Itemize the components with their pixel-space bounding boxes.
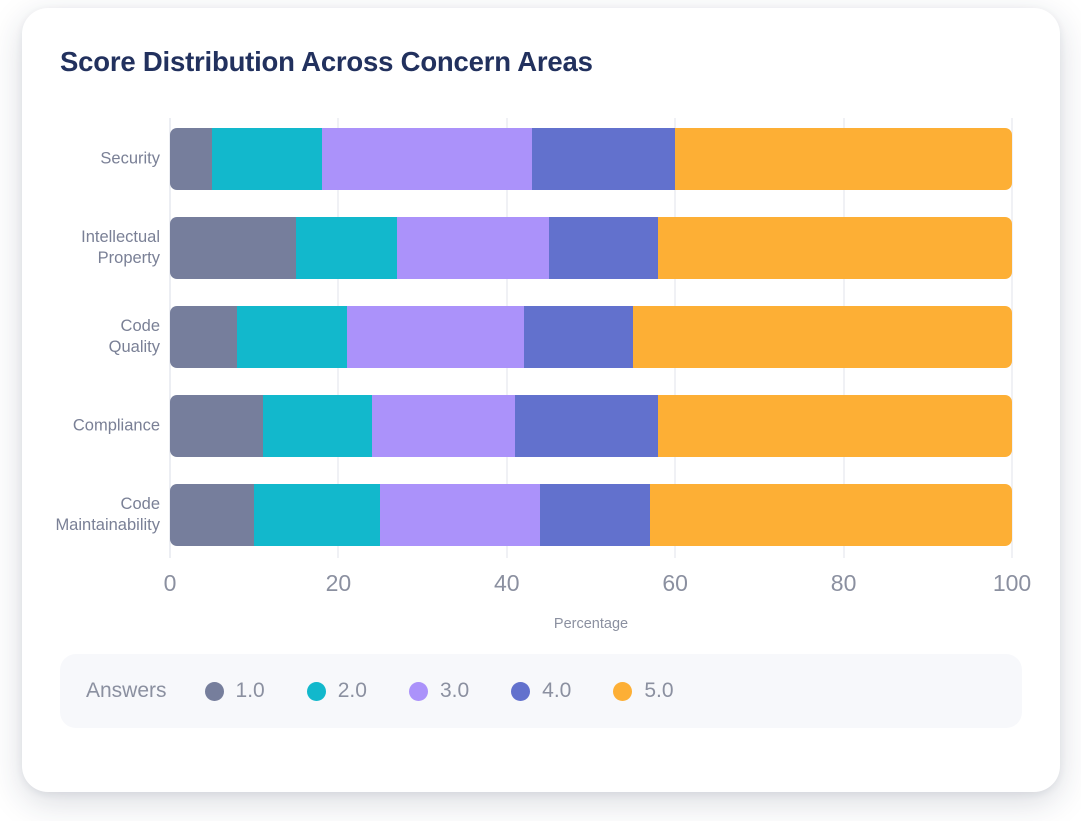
x-tick-label: 80	[830, 570, 857, 596]
bar-segment[interactable]	[170, 395, 263, 457]
bar-segment[interactable]	[649, 484, 1012, 546]
bar-segment[interactable]	[397, 217, 549, 279]
stacked-bar[interactable]	[170, 395, 1012, 457]
legend-item-5.0[interactable]: 5.0	[613, 679, 674, 703]
bar-segment[interactable]	[170, 128, 213, 190]
bar-segment[interactable]	[548, 217, 659, 279]
bar-segment[interactable]	[170, 217, 297, 279]
stacked-bar[interactable]	[170, 217, 1012, 279]
bar-segment[interactable]	[262, 395, 373, 457]
bar-segment[interactable]	[237, 306, 347, 368]
x-tick-label: 60	[662, 570, 688, 596]
y-axis-category-label: Code Maintainability	[55, 495, 160, 534]
legend-item-label: 3.0	[439, 679, 470, 702]
x-axis-title: Percentage	[553, 616, 629, 632]
bar-segment[interactable]	[675, 128, 1012, 190]
bar-segment[interactable]	[540, 484, 650, 546]
bar-segment[interactable]	[523, 306, 634, 368]
y-axis-category-label: Intellectual Property	[81, 228, 160, 267]
bar-segment[interactable]	[633, 306, 1012, 368]
chart-region: 0 20 40 60 80 100 Security Intellectual Propert…	[22, 104, 1060, 664]
y-axis-category-label: Code Quality	[108, 317, 160, 356]
x-tick-label: 0	[163, 570, 177, 596]
stacked-bar[interactable]	[170, 128, 1012, 190]
plot-area: 0 20 40 60 80 100 Security Intellectual Propert…	[55, 118, 1031, 596]
bar-segment[interactable]	[170, 306, 238, 368]
legend-item-3.0[interactable]: 3.0	[408, 679, 470, 703]
bar-segment[interactable]	[346, 306, 524, 368]
legend-swatch-icon	[408, 681, 428, 701]
legend-swatch-icon	[306, 681, 326, 701]
bar-segment[interactable]	[380, 484, 541, 546]
screenshot-root: Score Distribution Across Concern Areas …	[0, 0, 1081, 821]
x-tick-label: 40	[494, 570, 520, 596]
x-tick-label: 20	[325, 570, 352, 596]
legend-swatch-icon	[613, 681, 633, 701]
legend-swatch-icon	[204, 681, 224, 701]
bar-segment[interactable]	[296, 217, 398, 279]
bar-segment[interactable]	[658, 395, 1012, 457]
bar-segment[interactable]	[212, 128, 322, 190]
legend-item-label: 5.0	[644, 679, 674, 702]
stacked-bar[interactable]	[170, 484, 1012, 546]
chart-legend: Answers 1.0 2.0 3.0 4.0 5.0	[60, 654, 1022, 728]
legend-item-label: 4.0	[542, 679, 572, 702]
legend-title: Answers	[86, 679, 167, 702]
legend-swatch-icon	[511, 681, 531, 701]
bar-segment[interactable]	[321, 128, 533, 190]
bar-row: Code Quality	[109, 306, 1012, 368]
bar-segment[interactable]	[372, 395, 516, 457]
y-axis-category-label: Compliance	[72, 416, 160, 435]
legend-item-1.0[interactable]: 1.0	[204, 679, 265, 703]
bar-row: Security	[100, 128, 1012, 190]
bar-segment[interactable]	[515, 395, 659, 457]
bar-segment[interactable]	[532, 128, 676, 190]
stacked-bar[interactable]	[170, 306, 1012, 368]
bar-segment[interactable]	[658, 217, 1012, 279]
legend-item-4.0[interactable]: 4.0	[511, 679, 571, 703]
bar-row: Intellectual Property	[81, 217, 1012, 279]
legend-item-2.0[interactable]: 2.0	[306, 679, 367, 703]
bar-segment[interactable]	[170, 484, 255, 546]
y-axis-category-label: Security	[100, 149, 160, 168]
bar-segment[interactable]	[254, 484, 381, 546]
bar-row: Compliance	[73, 395, 1012, 457]
legend-item-label: 1.0	[235, 679, 265, 702]
legend-item-label: 2.0	[337, 679, 367, 702]
bar-row: Code Maintainability	[55, 484, 1012, 546]
x-tick-label: 100	[992, 570, 1032, 596]
page-title: Score Distribution Across Concern Areas	[60, 46, 593, 77]
chart-card: Score Distribution Across Concern Areas …	[22, 8, 1060, 792]
